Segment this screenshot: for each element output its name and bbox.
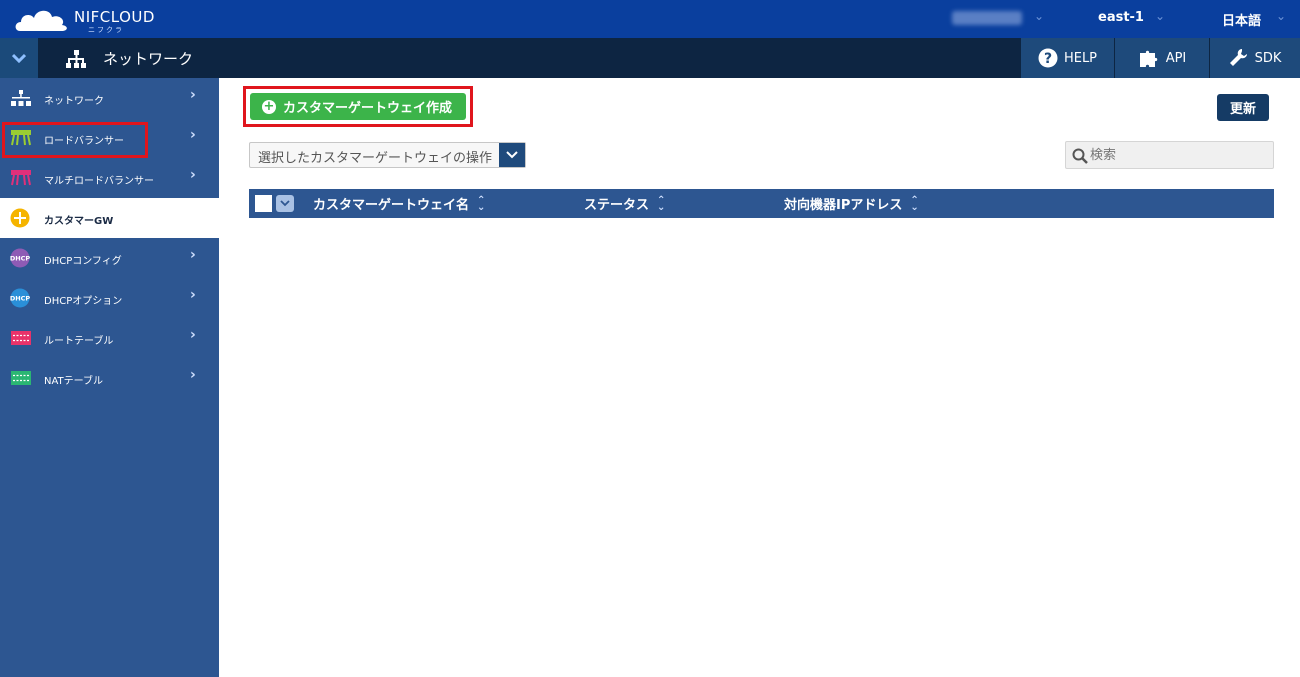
section-title: ネットワーク: [103, 50, 194, 68]
refresh-button[interactable]: 更新: [1217, 94, 1269, 121]
top-bar: NIFCLOUD ニフクラ ⌄ east-1 ⌄ 日本語 ⌄: [0, 0, 1300, 38]
dhcp-option-icon: DHCP: [10, 288, 31, 308]
sdk-label: SDK: [1254, 50, 1282, 66]
brand-logo[interactable]: NIFCLOUD ニフクラ: [14, 5, 184, 35]
language-chevron-down-icon[interactable]: ⌄: [1276, 9, 1286, 23]
column-header-label: 対向機器IPアドレス: [784, 198, 903, 213]
bulk-operation-label: 選択したカスタマーゲートウェイの操作: [258, 151, 493, 166]
sidebar-item-label: マルチロードバランサー: [44, 176, 154, 187]
sort-icon: ⌃ ⌄: [657, 194, 666, 213]
chevron-right-icon: ›: [190, 327, 196, 343]
brand-sub: ニフクラ: [88, 26, 124, 34]
region-chevron-down-icon[interactable]: ⌄: [1155, 9, 1165, 23]
section-bar: ネットワーク ? HELP API SDK: [0, 38, 1300, 78]
menu-toggle-button[interactable]: [0, 38, 38, 78]
column-header-label: ステータス: [584, 198, 650, 213]
search-box: [1065, 141, 1274, 169]
account-name[interactable]: [952, 11, 1022, 25]
customer-gateway-icon: [10, 208, 30, 228]
sidebar: ネットワーク › ロードバランサー › マルチロードバランサー › カスタマーG…: [0, 78, 219, 677]
sidebar-item-dhcp-config[interactable]: DHCP DHCPコンフィグ ›: [0, 238, 219, 278]
search-input[interactable]: [1090, 145, 1266, 165]
chevron-right-icon: ›: [190, 367, 196, 383]
create-button-label: カスタマーゲートウェイ作成: [283, 101, 453, 116]
chevron-right-icon: ›: [190, 127, 196, 143]
sort-icon: ⌃ ⌄: [477, 194, 486, 213]
sidebar-item-label: ルートテーブル: [44, 336, 114, 347]
puzzle-icon: [1139, 50, 1157, 67]
bulk-operation-select[interactable]: 選択したカスタマーゲートウェイの操作: [249, 142, 526, 168]
sidebar-item-nat-table[interactable]: NATテーブル ›: [0, 358, 219, 398]
sidebar-item-dhcp-option[interactable]: DHCP DHCPオプション ›: [0, 278, 219, 318]
sidebar-item-route-table[interactable]: ルートテーブル ›: [0, 318, 219, 358]
select-all-checkbox[interactable]: [255, 195, 272, 212]
network-icon: [11, 90, 31, 106]
chevron-right-icon: ›: [190, 87, 196, 103]
sidebar-item-multi-load-balancer[interactable]: マルチロードバランサー ›: [0, 158, 219, 198]
select-menu-button[interactable]: [276, 195, 294, 212]
help-button[interactable]: ? HELP: [1020, 38, 1114, 78]
help-icon: ?: [1038, 48, 1058, 68]
sort-icon: ⌃ ⌄: [910, 194, 919, 213]
svg-text:DHCP: DHCP: [10, 255, 31, 263]
sidebar-item-label: カスタマーGW: [44, 216, 114, 227]
help-label: HELP: [1063, 50, 1098, 66]
sidebar-item-label: NATテーブル: [44, 376, 104, 387]
brand-name: NIFCLOUD: [74, 8, 155, 26]
sidebar-item-label: DHCPオプション: [44, 296, 123, 307]
sidebar-item-label: DHCPコンフィグ: [44, 256, 122, 267]
column-header-status[interactable]: ステータス ⌃ ⌄: [584, 194, 665, 213]
dhcp-config-icon: DHCP: [10, 248, 31, 268]
svg-text:?: ?: [1044, 51, 1052, 67]
sidebar-item-label: ネットワーク: [44, 96, 104, 107]
language-selector[interactable]: 日本語: [1222, 10, 1261, 29]
wrench-icon: [1229, 49, 1247, 66]
sidebar-item-network[interactable]: ネットワーク ›: [0, 78, 219, 118]
multi-load-balancer-icon: [11, 170, 31, 186]
chevron-right-icon: ›: [190, 247, 196, 263]
create-customer-gateway-button[interactable]: + カスタマーゲートウェイ作成: [250, 93, 466, 120]
chevron-down-icon: [12, 53, 26, 63]
chevron-down-icon: [280, 200, 290, 207]
column-header-label: カスタマーゲートウェイ名: [313, 198, 470, 213]
sidebar-item-customer-gateway[interactable]: カスタマーGW: [0, 198, 219, 238]
active-item-highlight: [2, 122, 148, 158]
api-button[interactable]: API: [1114, 38, 1209, 78]
account-chevron-down-icon[interactable]: ⌄: [1034, 9, 1044, 23]
plus-icon: +: [262, 98, 276, 114]
svg-text:DHCP: DHCP: [10, 295, 31, 303]
column-header-name[interactable]: カスタマーゲートウェイ名 ⌃ ⌄: [313, 194, 485, 213]
api-label: API: [1165, 50, 1187, 66]
sdk-button[interactable]: SDK: [1209, 38, 1300, 78]
chevron-right-icon: ›: [190, 287, 196, 303]
chevron-down-icon[interactable]: [499, 143, 525, 167]
nat-table-icon: [11, 371, 31, 385]
network-icon: [66, 50, 86, 68]
route-table-icon: [11, 331, 31, 345]
column-header-peer-ip[interactable]: 対向機器IPアドレス ⌃ ⌄: [784, 194, 919, 213]
cloud-logo-icon: [15, 10, 67, 31]
region-selector[interactable]: east-1: [1098, 10, 1144, 25]
search-icon: [1072, 148, 1088, 164]
table-header: カスタマーゲートウェイ名 ⌃ ⌄ ステータス ⌃ ⌄ 対向機器IPアドレス ⌃ ⌄: [249, 189, 1274, 218]
chevron-right-icon: ›: [190, 167, 196, 183]
